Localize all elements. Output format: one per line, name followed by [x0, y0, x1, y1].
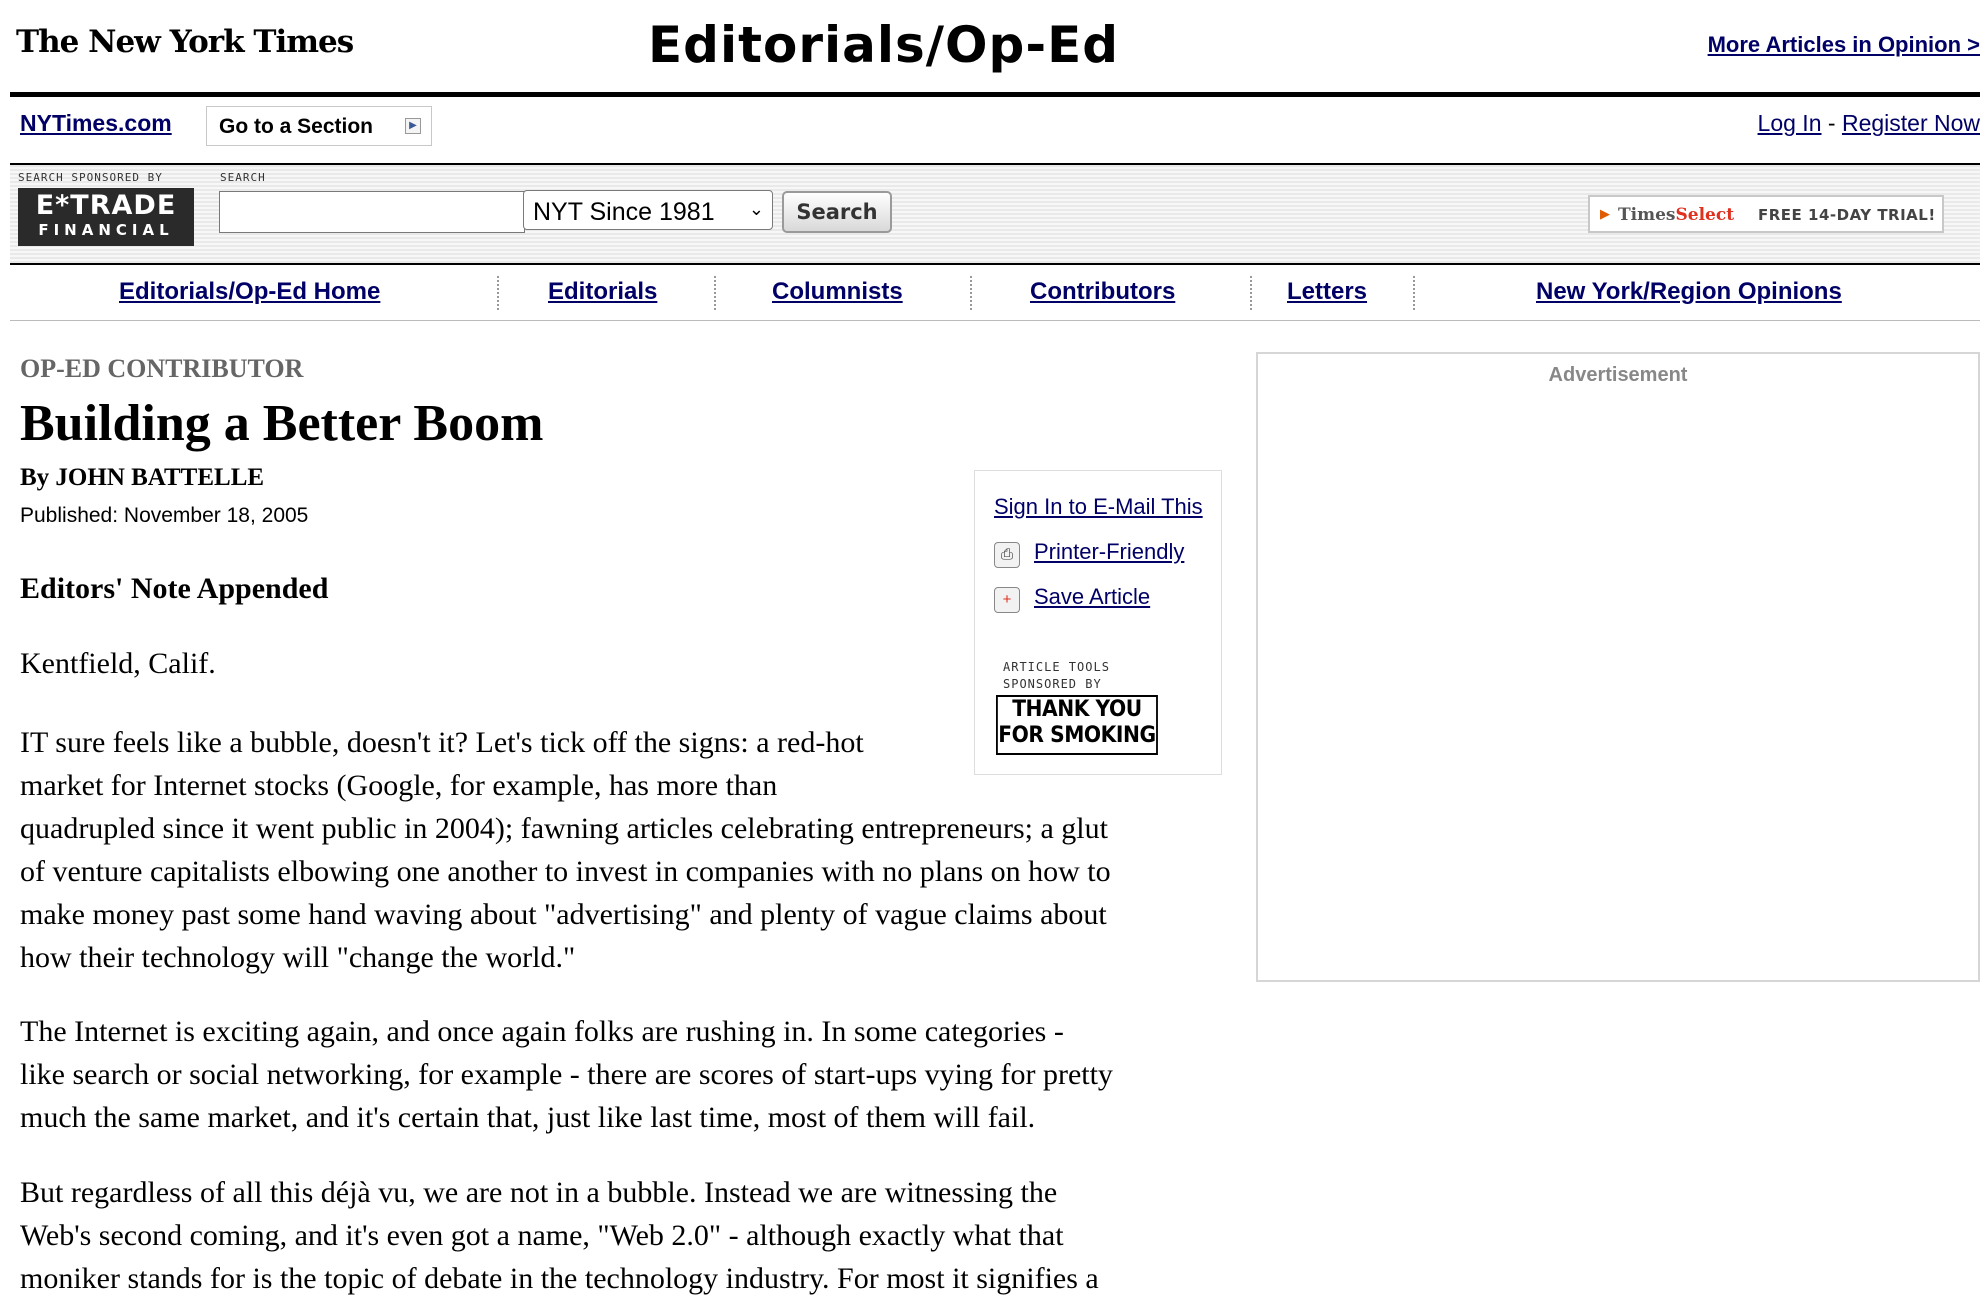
timesselect-brand-a: Times: [1618, 205, 1676, 225]
article-headline: Building a Better Boom: [20, 395, 544, 452]
search-scope-value: NYT Since 1981: [533, 198, 715, 226]
paragraph-line: much the same market, and it's certain t…: [20, 1101, 1036, 1134]
etrade-logo-sub: FINANCIAL: [38, 221, 174, 239]
article-published-date: Published: November 18, 2005: [20, 504, 309, 527]
save-article-link[interactable]: Save Article: [1034, 584, 1150, 610]
timesselect-trial-text: FREE 14-DAY TRIAL!: [1758, 206, 1936, 224]
article-dateline: Kentfield, Calif.: [20, 647, 216, 680]
etrade-logo[interactable]: E*TRADE FINANCIAL: [18, 188, 194, 246]
printer-friendly-link[interactable]: Printer-Friendly: [1034, 539, 1184, 565]
article-tools-box: Sign In to E-Mail This ⎙ Printer-Friendl…: [974, 470, 1222, 775]
timesselect-brand-b: Select: [1675, 205, 1735, 225]
paragraph-line: Web's second coming, and it's even got a…: [20, 1219, 1064, 1252]
nytimes-home-link[interactable]: NYTimes.com: [20, 110, 172, 137]
search-caption: SEARCH: [220, 171, 266, 184]
subnav-divider: [1413, 276, 1415, 310]
etrade-logo-main: E*TRADE: [35, 190, 177, 221]
more-articles-opinion-link[interactable]: More Articles in Opinion >: [1708, 32, 1980, 58]
paragraph-line: But regardless of all this déjà vu, we a…: [20, 1176, 1058, 1209]
subnav-divider: [714, 276, 716, 310]
subnav-item-columnists[interactable]: Columnists: [772, 278, 903, 306]
login-link[interactable]: Log In: [1758, 110, 1822, 136]
paragraph-line: quadrupled since it went public in 2004)…: [20, 812, 1108, 845]
subnav-divider: [970, 276, 972, 310]
go-to-section-dropdown[interactable]: Go to a Section ▶: [206, 106, 432, 146]
paragraph-line: of venture capitalists elbowing one anot…: [20, 855, 1111, 888]
article-paragraph: But regardless of all this déjà vu, we a…: [20, 1171, 1230, 1300]
article-kicker: OP-ED CONTRIBUTOR: [20, 354, 304, 383]
subnav-divider: [497, 276, 499, 310]
search-scope-select[interactable]: NYT Since 1981 ⌄: [523, 190, 773, 230]
search-sponsor-caption: SEARCH SPONSORED BY: [18, 171, 163, 184]
subnav-item-ny-region-opinions[interactable]: New York/Region Opinions: [1536, 278, 1842, 306]
email-article-link[interactable]: Sign In to E-Mail This: [994, 494, 1203, 520]
search-button[interactable]: Search: [782, 191, 892, 233]
tools-sponsor-caption-line: SPONSORED BY: [1003, 677, 1102, 691]
paragraph-line: The Internet is exciting again, and once…: [20, 1015, 1064, 1048]
advertisement-label: Advertisement: [1548, 364, 1688, 386]
subnav-item-editorials[interactable]: Editorials: [548, 278, 657, 306]
search-input[interactable]: [219, 191, 525, 233]
sponsor-logo-line: FOR SMOKING: [998, 723, 1156, 748]
printer-icon[interactable]: ⎙: [994, 542, 1020, 568]
subnav-item-letters[interactable]: Letters: [1287, 278, 1367, 306]
tools-sponsor-caption: ARTICLE TOOLS SPONSORED BY: [1003, 659, 1110, 693]
article-paragraph: The Internet is exciting again, and once…: [20, 1010, 1230, 1139]
search-bar: SEARCH SPONSORED BY E*TRADE FINANCIAL SE…: [10, 165, 1980, 265]
auth-separator: -: [1821, 110, 1842, 136]
chevron-down-icon: ⌄: [748, 199, 764, 219]
thank-you-for-smoking-logo[interactable]: THANK YOU FOR SMOKING: [996, 695, 1158, 755]
subnav-divider: [1250, 276, 1252, 310]
go-to-section-label: Go to a Section: [219, 115, 374, 138]
arrow-right-icon: ▶: [405, 118, 421, 134]
subnav-item-contributors[interactable]: Contributors: [1030, 278, 1175, 306]
editors-note-heading: Editors' Note Appended: [20, 572, 329, 605]
paragraph-line: moniker stands for is the topic of debat…: [20, 1262, 1099, 1295]
save-article-icon[interactable]: +: [994, 587, 1020, 613]
auth-links: Log In - Register Now: [1758, 110, 1980, 137]
paragraph-line: like search or social networking, for ex…: [20, 1058, 1113, 1091]
advertisement-box[interactable]: Advertisement: [1256, 352, 1980, 982]
arrow-right-icon: ▶: [1600, 206, 1610, 221]
tools-sponsor-caption-line: ARTICLE TOOLS: [1003, 660, 1110, 674]
paragraph-line: make money past some hand waving about "…: [20, 898, 1107, 931]
opinion-subnav: Editorials/Op-Ed Home Editorials Columni…: [10, 266, 1980, 321]
paragraph-line: how their technology will "change the wo…: [20, 941, 576, 974]
article-byline: By JOHN BATTELLE: [20, 464, 265, 491]
timesselect-brand: TimesSelect: [1618, 205, 1734, 225]
sponsor-logo-line: THANK YOU: [1012, 697, 1142, 722]
top-bar: NYTimes.com Go to a Section ▶ Log In - R…: [10, 97, 1980, 165]
section-title: Editorials/Op-Ed: [648, 16, 1120, 74]
register-link[interactable]: Register Now: [1842, 110, 1980, 136]
timesselect-trial-banner[interactable]: ▶ TimesSelect FREE 14-DAY TRIAL!: [1588, 195, 1944, 233]
subnav-item-opinion-home[interactable]: Editorials/Op-Ed Home: [119, 278, 380, 306]
masthead: The New York Times Editorials/Op-Ed More…: [10, 0, 1980, 97]
nyt-logo[interactable]: The New York Times: [16, 24, 354, 60]
